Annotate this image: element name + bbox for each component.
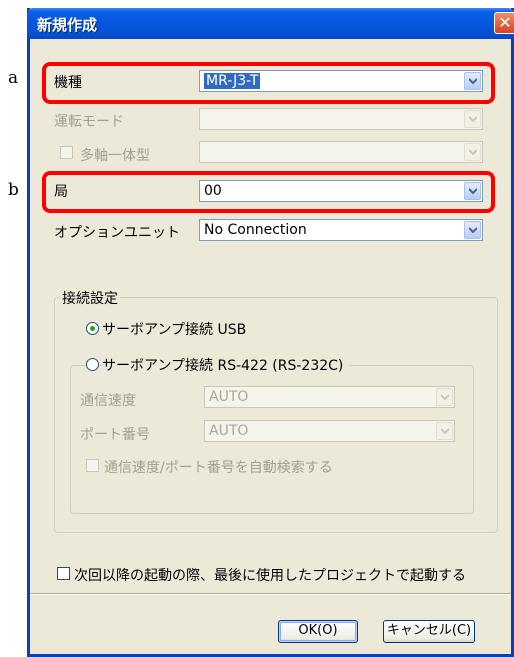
multi-axis-checkbox[interactable] xyxy=(60,146,73,159)
baud-rate-value: AUTO xyxy=(209,389,249,405)
option-unit-dropdown-button[interactable] xyxy=(464,221,481,239)
ok-button[interactable]: OK(O) xyxy=(278,620,358,643)
baud-rate-dropdown-button[interactable] xyxy=(436,388,453,406)
operation-mode-select[interactable] xyxy=(199,108,483,130)
annotation-label-a: a xyxy=(8,68,19,88)
port-number-value: AUTO xyxy=(209,423,249,439)
startup-last-project-checkbox[interactable] xyxy=(57,567,70,580)
chevron-down-icon xyxy=(469,116,477,122)
chevron-down-icon xyxy=(469,149,477,155)
multi-axis-dropdown-button[interactable] xyxy=(464,143,481,161)
port-number-select[interactable]: AUTO xyxy=(204,420,455,442)
cancel-button[interactable]: キャンセル(C) xyxy=(383,620,475,643)
rs422-radio-label: サーボアンプ接続 RS-422 (RS-232C) xyxy=(102,355,350,375)
baud-rate-select[interactable]: AUTO xyxy=(204,386,455,408)
chevron-down-icon xyxy=(441,428,449,434)
highlight-box-model xyxy=(42,62,495,104)
option-unit-value: No Connection xyxy=(204,222,307,238)
baud-rate-label: 通信速度 xyxy=(80,393,136,409)
option-unit-select[interactable]: No Connection xyxy=(199,219,483,241)
dialog-title: 新規作成 xyxy=(37,16,98,34)
port-number-label: ポート番号 xyxy=(80,427,150,443)
port-number-dropdown-button[interactable] xyxy=(436,422,453,440)
title-bar[interactable]: 新規作成 ✕ xyxy=(27,8,514,39)
chevron-down-icon xyxy=(469,227,477,233)
close-button[interactable]: ✕ xyxy=(494,12,514,34)
operation-mode-dropdown-button[interactable] xyxy=(464,110,481,128)
divider xyxy=(30,593,511,595)
connection-settings-label: 接続設定 xyxy=(60,288,120,308)
multi-axis-select[interactable] xyxy=(199,141,483,163)
autosearch-label: 通信速度/ポート番号を自動検索する xyxy=(104,460,333,476)
chevron-down-icon xyxy=(441,394,449,400)
multi-axis-label: 多軸一体型 xyxy=(80,148,150,164)
highlight-box-station xyxy=(42,171,495,213)
option-unit-label: オプションユニット xyxy=(54,225,180,241)
startup-last-project-label: 次回以降の起動の際、最後に使用したプロジェクトで起動する xyxy=(74,568,466,584)
radio-selected-dot xyxy=(90,326,95,331)
usb-radio-label: サーボアンプ接続 USB xyxy=(102,322,247,338)
rs422-radio[interactable] xyxy=(86,358,99,371)
autosearch-checkbox[interactable] xyxy=(86,459,99,472)
annotation-label-b: b xyxy=(8,180,19,200)
close-icon: ✕ xyxy=(498,13,512,32)
operation-mode-label: 運転モード xyxy=(54,114,124,130)
usb-radio[interactable] xyxy=(86,322,99,335)
